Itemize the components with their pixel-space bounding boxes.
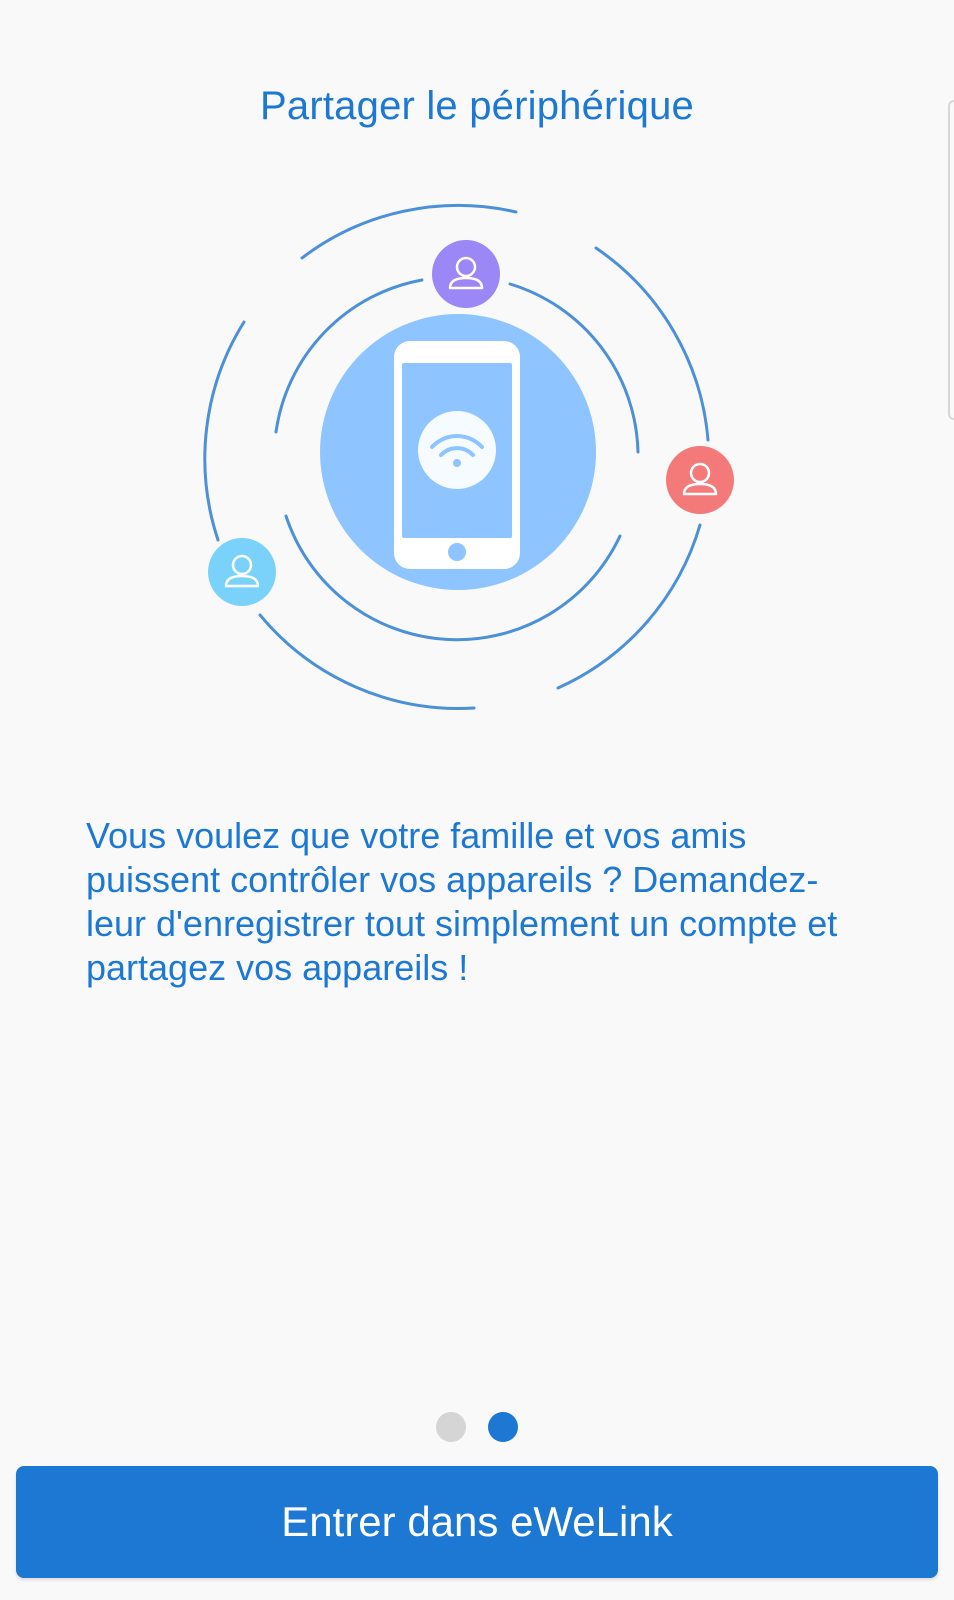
enter-ewelink-label: Entrer dans eWeLink bbox=[281, 1498, 673, 1545]
page-indicator bbox=[0, 1412, 954, 1442]
feature-description: Vous voulez que votre famille et vos ami… bbox=[86, 815, 838, 988]
user-icon bbox=[666, 446, 734, 514]
user-icon bbox=[432, 240, 500, 308]
share-device-illustration bbox=[203, 203, 734, 710]
page-dot-1[interactable] bbox=[436, 1412, 466, 1442]
page-title: Partager le périphérique bbox=[260, 84, 694, 128]
user-icon bbox=[208, 538, 276, 606]
enter-ewelink-button[interactable]: Entrer dans eWeLink bbox=[16, 1466, 938, 1578]
edge-panel-handle[interactable] bbox=[948, 100, 954, 420]
page-dot-2-active[interactable] bbox=[488, 1412, 518, 1442]
smartphone-wifi-icon bbox=[320, 314, 596, 590]
onboarding-screen: Partager le périphérique Vous voulez que… bbox=[0, 0, 954, 1600]
